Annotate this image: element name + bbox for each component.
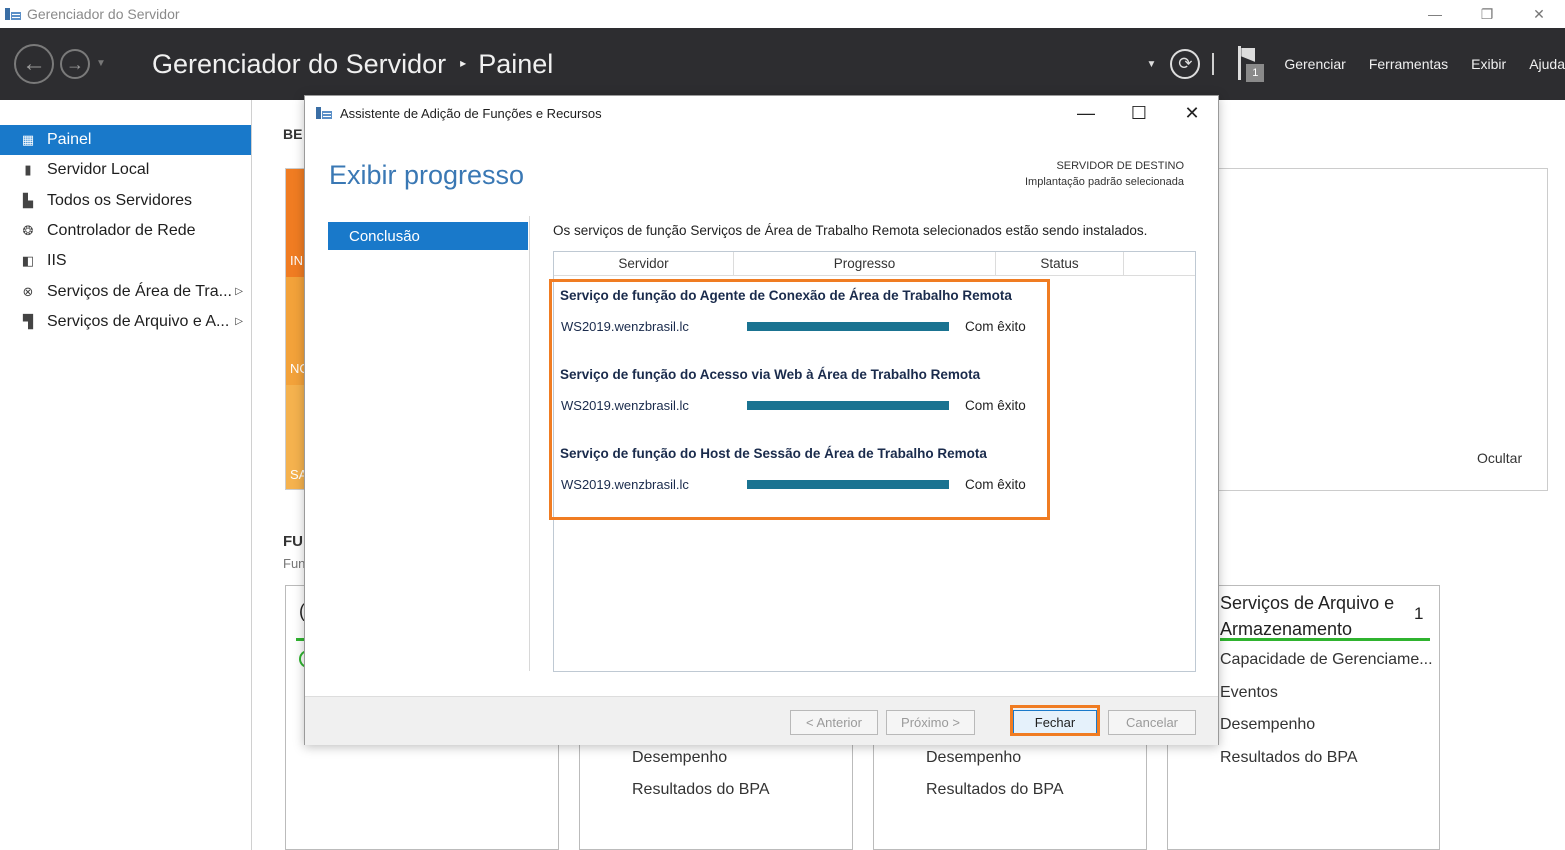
minimize-button[interactable]: — bbox=[1409, 0, 1461, 28]
next-button[interactable]: Próximo > bbox=[886, 710, 975, 735]
server-manager-app-icon bbox=[5, 7, 21, 21]
menu-gerenciar[interactable]: Gerenciar bbox=[1284, 56, 1345, 72]
sidebar: ▦ Painel ▮ Servidor Local ▙ Todos os Servidor… bbox=[0, 100, 252, 850]
sidebar-item-4[interactable]: ❂ Controlador de Rede bbox=[0, 216, 251, 246]
sidebar-item-label: Servidor Local bbox=[47, 161, 150, 179]
server-icon: ▮ bbox=[24, 162, 32, 178]
dialog-maximize-button[interactable]: ☐ bbox=[1114, 96, 1164, 130]
sidebar-item-6[interactable]: ⊗ Serviços de Área de Tra... ▷ bbox=[0, 277, 251, 307]
remote-desktop-icon: ⊗ bbox=[22, 283, 34, 299]
column-header-status[interactable]: Status bbox=[996, 252, 1124, 276]
file-services-status-bar bbox=[1220, 638, 1430, 641]
sidebar-item-label: Controlador de Rede bbox=[47, 221, 196, 239]
network-controller-icon: ❂ bbox=[22, 222, 34, 238]
dashboard-icon: ▦ bbox=[21, 132, 35, 147]
sidebar-item-label: Painel bbox=[47, 131, 92, 148]
sidebar-item-2[interactable]: ▮ Servidor Local bbox=[0, 155, 251, 185]
previous-button[interactable]: < Anterior bbox=[790, 710, 878, 735]
dropdown-icon[interactable]: ▼ bbox=[1146, 59, 1156, 70]
installed-roles-highlight bbox=[549, 279, 1050, 520]
sidebar-item-label: IIS bbox=[47, 252, 67, 270]
menu-ajuda[interactable]: Ajuda bbox=[1529, 56, 1565, 72]
file-card-bpa[interactable]: Resultados do BPA bbox=[1220, 749, 1358, 767]
sidebar-item-label: Todos os Servidores bbox=[47, 191, 192, 209]
refresh-button[interactable]: ⟳ bbox=[1170, 49, 1201, 79]
close-button-highlight bbox=[1010, 705, 1100, 736]
window-title: Gerenciador do Servidor bbox=[27, 6, 180, 22]
header-divider bbox=[1212, 53, 1215, 75]
steps-divider bbox=[529, 216, 530, 671]
column-header-filler bbox=[1124, 252, 1195, 276]
install-intro-text: Os serviços de função Serviços de Área d… bbox=[553, 223, 1148, 238]
column-header-server[interactable]: Servidor bbox=[554, 252, 734, 276]
dialog-title: Assistente de Adição de Funções e Recurs… bbox=[340, 105, 602, 121]
role-card-2-performance[interactable]: Desempenho bbox=[632, 749, 727, 767]
app-header: ← → ▼ Gerenciador do Servidor ▸ Painel ▼… bbox=[0, 28, 1565, 100]
sidebar-item-label: Serviços de Área de Tra... bbox=[47, 282, 232, 300]
servers-icon: ▙ bbox=[23, 192, 33, 208]
sidebar-item-5[interactable]: ◧ IIS bbox=[0, 246, 251, 276]
welcome-panel bbox=[1218, 168, 1548, 491]
back-button[interactable]: ← bbox=[14, 44, 54, 84]
role-card-2-bpa[interactable]: Resultados do BPA bbox=[632, 781, 770, 799]
destination-server-value: Implantação padrão selecionada bbox=[1024, 176, 1184, 188]
notifications-flag-icon[interactable]: 1 bbox=[1236, 46, 1265, 82]
iis-icon: ◧ bbox=[21, 253, 35, 269]
forward-arrow-icon: → bbox=[66, 53, 84, 74]
sidebar-item-7[interactable]: ▜ Serviços de Arquivo e A... ▷ bbox=[0, 307, 251, 337]
column-header-progress[interactable]: Progresso bbox=[734, 252, 996, 276]
welcome-section-label: BE bbox=[283, 126, 303, 142]
file-card-events[interactable]: Eventos bbox=[1220, 684, 1278, 702]
sidebar-item-1[interactable]: ▦ Painel bbox=[0, 125, 251, 155]
menu-ferramentas[interactable]: Ferramentas bbox=[1369, 56, 1448, 72]
file-services-card-count: 1 bbox=[1414, 604, 1424, 623]
page-heading: Exibir progresso bbox=[329, 160, 525, 190]
wizard-app-icon bbox=[316, 106, 332, 120]
cancel-button[interactable]: Cancelar bbox=[1108, 710, 1196, 735]
close-button[interactable]: ✕ bbox=[1513, 0, 1565, 28]
dialog-footer: < Anterior Próximo > Fechar Cancelar bbox=[305, 696, 1218, 745]
destination-server-label: SERVIDOR DE DESTINO bbox=[1056, 160, 1184, 172]
sidebar-item-label: Serviços de Arquivo e A... bbox=[47, 312, 230, 330]
file-card-performance[interactable]: Desempenho bbox=[1220, 716, 1315, 734]
forward-button[interactable]: → bbox=[60, 49, 90, 79]
expand-arrow-icon[interactable]: ▷ bbox=[235, 316, 243, 327]
roles-section-title: FU bbox=[283, 533, 303, 550]
file-card-manageability[interactable]: Capacidade de Gerenciame... bbox=[1220, 651, 1433, 669]
file-services-card-title: Serviços de Arquivo e Armazenamento bbox=[1220, 593, 1395, 639]
back-arrow-icon: ← bbox=[22, 50, 46, 77]
window-titlebar: Gerenciador do Servidor — ❐ ✕ bbox=[0, 0, 1565, 28]
strip-label-3: SA bbox=[290, 467, 304, 482]
wizard-step-conclusion[interactable]: Conclusão bbox=[328, 222, 528, 250]
breadcrumb-root[interactable]: Gerenciador do Servidor bbox=[152, 49, 446, 80]
history-dropdown-icon[interactable]: ▼ bbox=[96, 58, 106, 69]
breadcrumb-page: Painel bbox=[478, 49, 554, 79]
breadcrumb-separator-icon: ▸ bbox=[460, 55, 467, 70]
restore-button[interactable]: ❐ bbox=[1461, 0, 1513, 28]
dialog-minimize-button[interactable]: — bbox=[1061, 96, 1111, 130]
role-card-3-performance[interactable]: Desempenho bbox=[926, 749, 1021, 767]
quick-start-tile: IN NO SA bbox=[285, 168, 305, 490]
role-card-3-bpa[interactable]: Resultados do BPA bbox=[926, 781, 1064, 799]
roles-section-subtitle: Fun bbox=[283, 556, 306, 571]
menu-exibir[interactable]: Exibir bbox=[1471, 56, 1506, 72]
dialog-close-button[interactable]: ✕ bbox=[1167, 96, 1217, 130]
expand-arrow-icon[interactable]: ▷ bbox=[235, 286, 243, 297]
breadcrumb: Gerenciador do Servidor ▸ Painel bbox=[152, 49, 553, 80]
strip-label-2: NO bbox=[290, 361, 304, 376]
sidebar-item-3[interactable]: ▙ Todos os Servidores bbox=[0, 186, 251, 216]
refresh-icon: ⟳ bbox=[1178, 54, 1193, 73]
add-roles-wizard-dialog: Assistente de Adição de Funções e Recurs… bbox=[304, 95, 1219, 745]
file-services-icon: ▜ bbox=[23, 313, 33, 329]
strip-label-1: IN bbox=[290, 253, 303, 268]
hide-link[interactable]: Ocultar bbox=[1477, 450, 1522, 466]
notification-count-badge: 1 bbox=[1246, 64, 1265, 82]
